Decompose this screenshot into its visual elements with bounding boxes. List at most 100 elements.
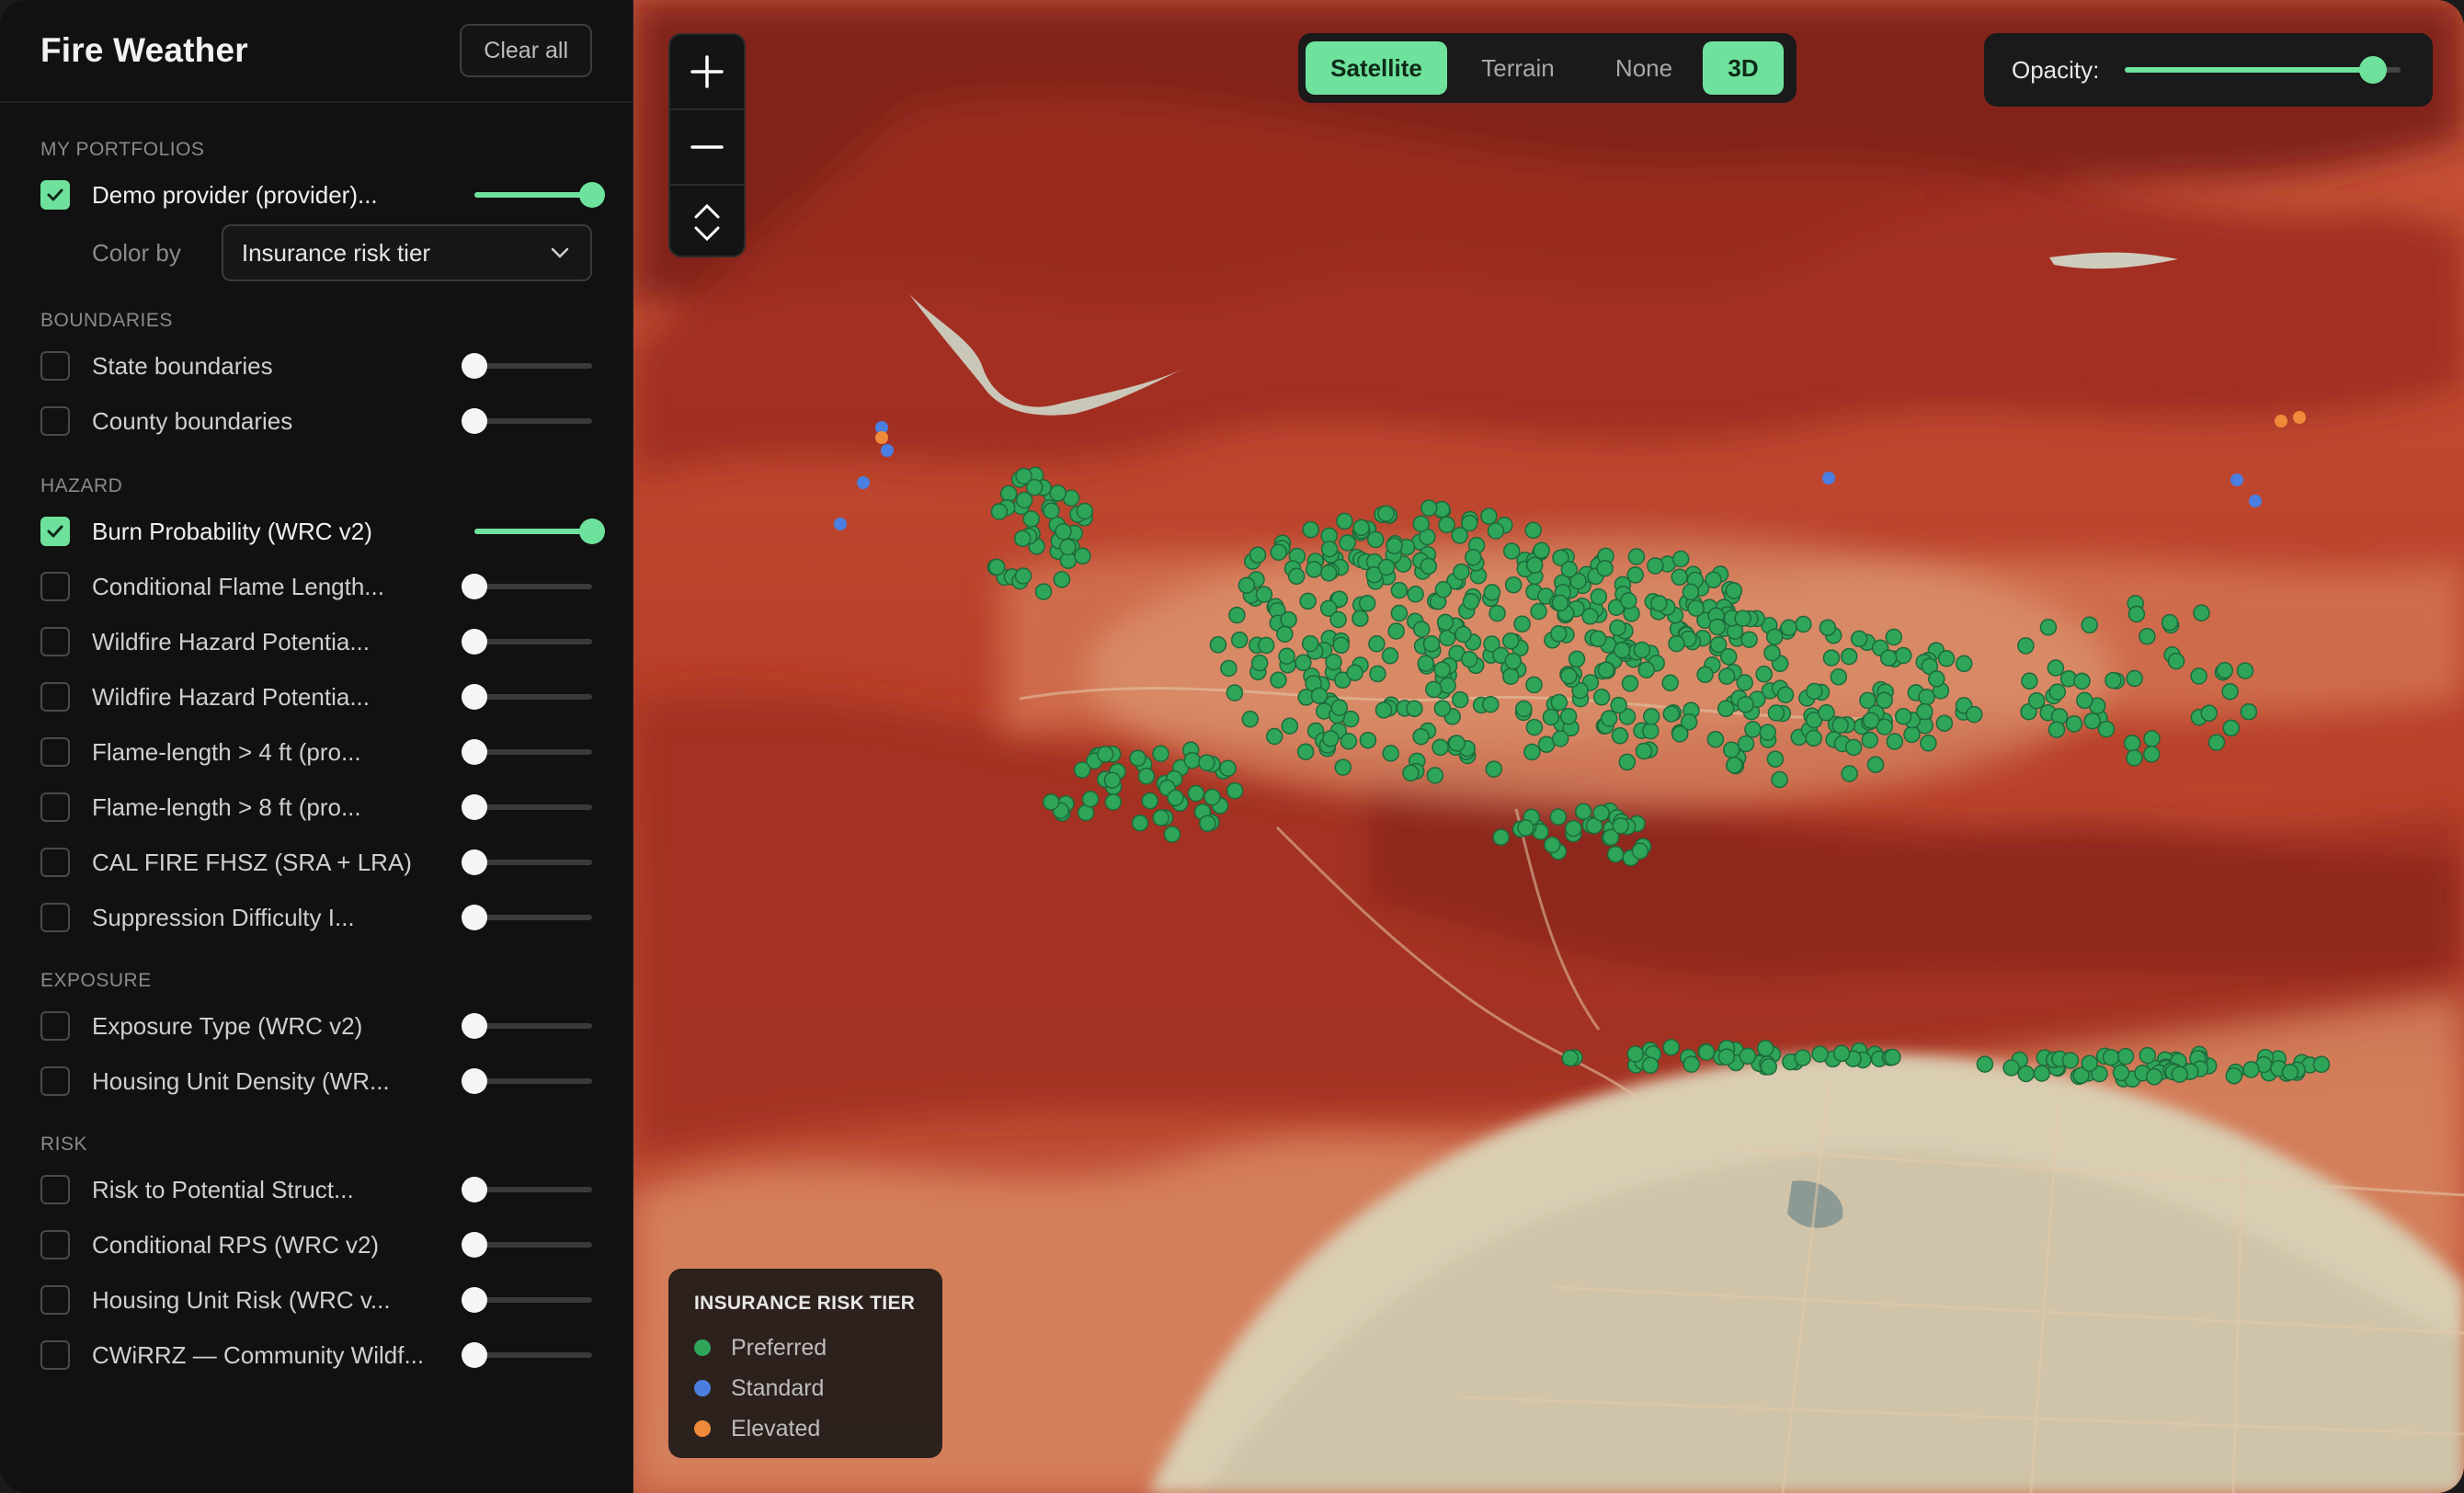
property-marker[interactable] bbox=[1278, 647, 1295, 666]
map-view[interactable]: Satellite Terrain None 3D Opacity: INSUR… bbox=[633, 0, 2464, 1493]
property-marker[interactable] bbox=[1737, 696, 1754, 713]
3d-toggle[interactable]: 3D bbox=[1703, 41, 1784, 95]
property-marker[interactable] bbox=[1831, 716, 1849, 735]
property-marker[interactable] bbox=[2021, 672, 2038, 690]
property-marker[interactable] bbox=[1805, 729, 1822, 747]
property-marker[interactable] bbox=[1255, 586, 1273, 603]
property-marker[interactable] bbox=[1763, 644, 1781, 662]
property-marker[interactable] bbox=[1438, 516, 1455, 534]
property-marker[interactable] bbox=[1830, 668, 1848, 686]
property-marker[interactable] bbox=[1542, 708, 1560, 726]
property-marker[interactable] bbox=[1618, 753, 1637, 771]
property-marker[interactable] bbox=[1226, 781, 1244, 800]
property-marker[interactable] bbox=[1597, 661, 1615, 679]
property-marker[interactable] bbox=[1276, 625, 1294, 643]
property-marker[interactable] bbox=[1336, 512, 1353, 530]
property-marker[interactable] bbox=[2076, 691, 2093, 710]
property-marker[interactable] bbox=[1517, 819, 1534, 837]
property-marker[interactable] bbox=[1740, 631, 1758, 648]
property-marker[interactable] bbox=[1280, 610, 1297, 629]
property-marker[interactable] bbox=[2221, 682, 2239, 701]
property-marker[interactable] bbox=[1850, 630, 1868, 648]
property-marker[interactable] bbox=[1894, 646, 1912, 665]
property-marker[interactable] bbox=[881, 444, 894, 457]
layer-checkbox[interactable] bbox=[40, 737, 70, 767]
property-marker[interactable] bbox=[2017, 637, 2035, 655]
property-marker[interactable] bbox=[1725, 582, 1743, 599]
property-marker[interactable] bbox=[1131, 814, 1149, 832]
layer-checkbox[interactable] bbox=[40, 1066, 70, 1096]
property-marker[interactable] bbox=[2167, 652, 2185, 670]
property-marker[interactable] bbox=[1844, 738, 1863, 757]
property-marker[interactable] bbox=[1382, 745, 1399, 762]
property-marker[interactable] bbox=[1434, 581, 1453, 598]
property-marker[interactable] bbox=[1734, 610, 1751, 627]
property-marker[interactable] bbox=[2161, 613, 2179, 632]
property-marker[interactable] bbox=[1352, 610, 1369, 627]
layer-row-risk-to-potential-structures[interactable]: Risk to Potential Struct... bbox=[40, 1162, 592, 1217]
property-marker[interactable] bbox=[2102, 1048, 2120, 1066]
property-marker[interactable] bbox=[1432, 738, 1449, 757]
property-marker[interactable] bbox=[1549, 808, 1568, 826]
property-marker[interactable] bbox=[1885, 628, 1903, 646]
property-marker[interactable] bbox=[2230, 473, 2243, 486]
layer-row-wildfire-hazard-potential-1[interactable]: Wildfire Hazard Potentia... bbox=[40, 614, 592, 669]
property-marker[interactable] bbox=[1081, 791, 1100, 808]
property-marker[interactable] bbox=[2081, 1054, 2098, 1072]
property-marker[interactable] bbox=[1879, 649, 1898, 667]
property-marker[interactable] bbox=[1332, 636, 1350, 655]
property-marker[interactable] bbox=[1723, 741, 1740, 758]
property-marker[interactable] bbox=[1705, 571, 1722, 589]
burn-probability-opacity-slider[interactable] bbox=[474, 519, 605, 544]
property-marker[interactable] bbox=[1744, 721, 1762, 738]
property-marker[interactable] bbox=[1525, 676, 1543, 694]
clear-all-button[interactable]: Clear all bbox=[460, 24, 592, 77]
property-marker[interactable] bbox=[1504, 652, 1523, 670]
property-marker[interactable] bbox=[1454, 625, 1472, 644]
property-marker[interactable] bbox=[2048, 683, 2067, 701]
property-marker[interactable] bbox=[2126, 669, 2143, 688]
property-marker[interactable] bbox=[1937, 650, 1956, 667]
layer-opacity-slider[interactable] bbox=[462, 1177, 592, 1202]
property-marker[interactable] bbox=[1736, 674, 1753, 691]
property-marker[interactable] bbox=[1076, 502, 1094, 520]
property-marker[interactable] bbox=[1074, 547, 1091, 564]
property-marker[interactable] bbox=[2139, 1046, 2157, 1065]
property-marker[interactable] bbox=[1352, 519, 1370, 537]
property-marker[interactable] bbox=[1581, 608, 1599, 625]
layer-row-suppression-difficulty[interactable]: Suppression Difficulty I... bbox=[40, 890, 592, 945]
property-marker[interactable] bbox=[1515, 700, 1533, 718]
property-marker[interactable] bbox=[1281, 717, 1299, 735]
layer-checkbox[interactable] bbox=[40, 792, 70, 822]
property-marker[interactable] bbox=[1452, 690, 1469, 709]
layer-checkbox[interactable] bbox=[40, 682, 70, 712]
property-marker[interactable] bbox=[1626, 1045, 1645, 1063]
property-marker[interactable] bbox=[1460, 650, 1478, 668]
property-marker[interactable] bbox=[1631, 842, 1649, 860]
property-marker[interactable] bbox=[1894, 708, 1912, 725]
property-marker[interactable] bbox=[2240, 702, 2258, 721]
property-marker[interactable] bbox=[2017, 1065, 2035, 1083]
property-marker[interactable] bbox=[2039, 619, 2058, 636]
property-marker[interactable] bbox=[1167, 789, 1184, 807]
property-marker[interactable] bbox=[1767, 704, 1785, 722]
property-marker[interactable] bbox=[1305, 561, 1323, 578]
zoom-out-button[interactable] bbox=[670, 110, 744, 186]
layer-row-conditional-flame-length[interactable]: Conditional Flame Length... bbox=[40, 559, 592, 614]
property-marker[interactable] bbox=[1386, 537, 1403, 555]
layer-row-cal-fire-fhsz[interactable]: CAL FIRE FHSZ (SRA + LRA) bbox=[40, 835, 592, 890]
property-marker[interactable] bbox=[987, 558, 1006, 576]
property-marker[interactable] bbox=[1935, 714, 1954, 732]
property-marker[interactable] bbox=[1183, 751, 1201, 769]
property-marker[interactable] bbox=[1137, 768, 1156, 785]
property-marker[interactable] bbox=[1422, 635, 1441, 653]
property-marker[interactable] bbox=[1320, 540, 1339, 558]
layer-row-cwirrz[interactable]: CWiRRZ — Community Wildf... bbox=[40, 1328, 592, 1383]
property-marker[interactable] bbox=[1780, 619, 1797, 637]
layer-opacity-slider[interactable] bbox=[462, 905, 592, 930]
property-marker[interactable] bbox=[1647, 557, 1664, 575]
property-marker[interactable] bbox=[1920, 735, 1937, 752]
property-marker[interactable] bbox=[1249, 546, 1267, 564]
property-marker[interactable] bbox=[1530, 602, 1547, 621]
property-marker[interactable] bbox=[2127, 605, 2146, 623]
